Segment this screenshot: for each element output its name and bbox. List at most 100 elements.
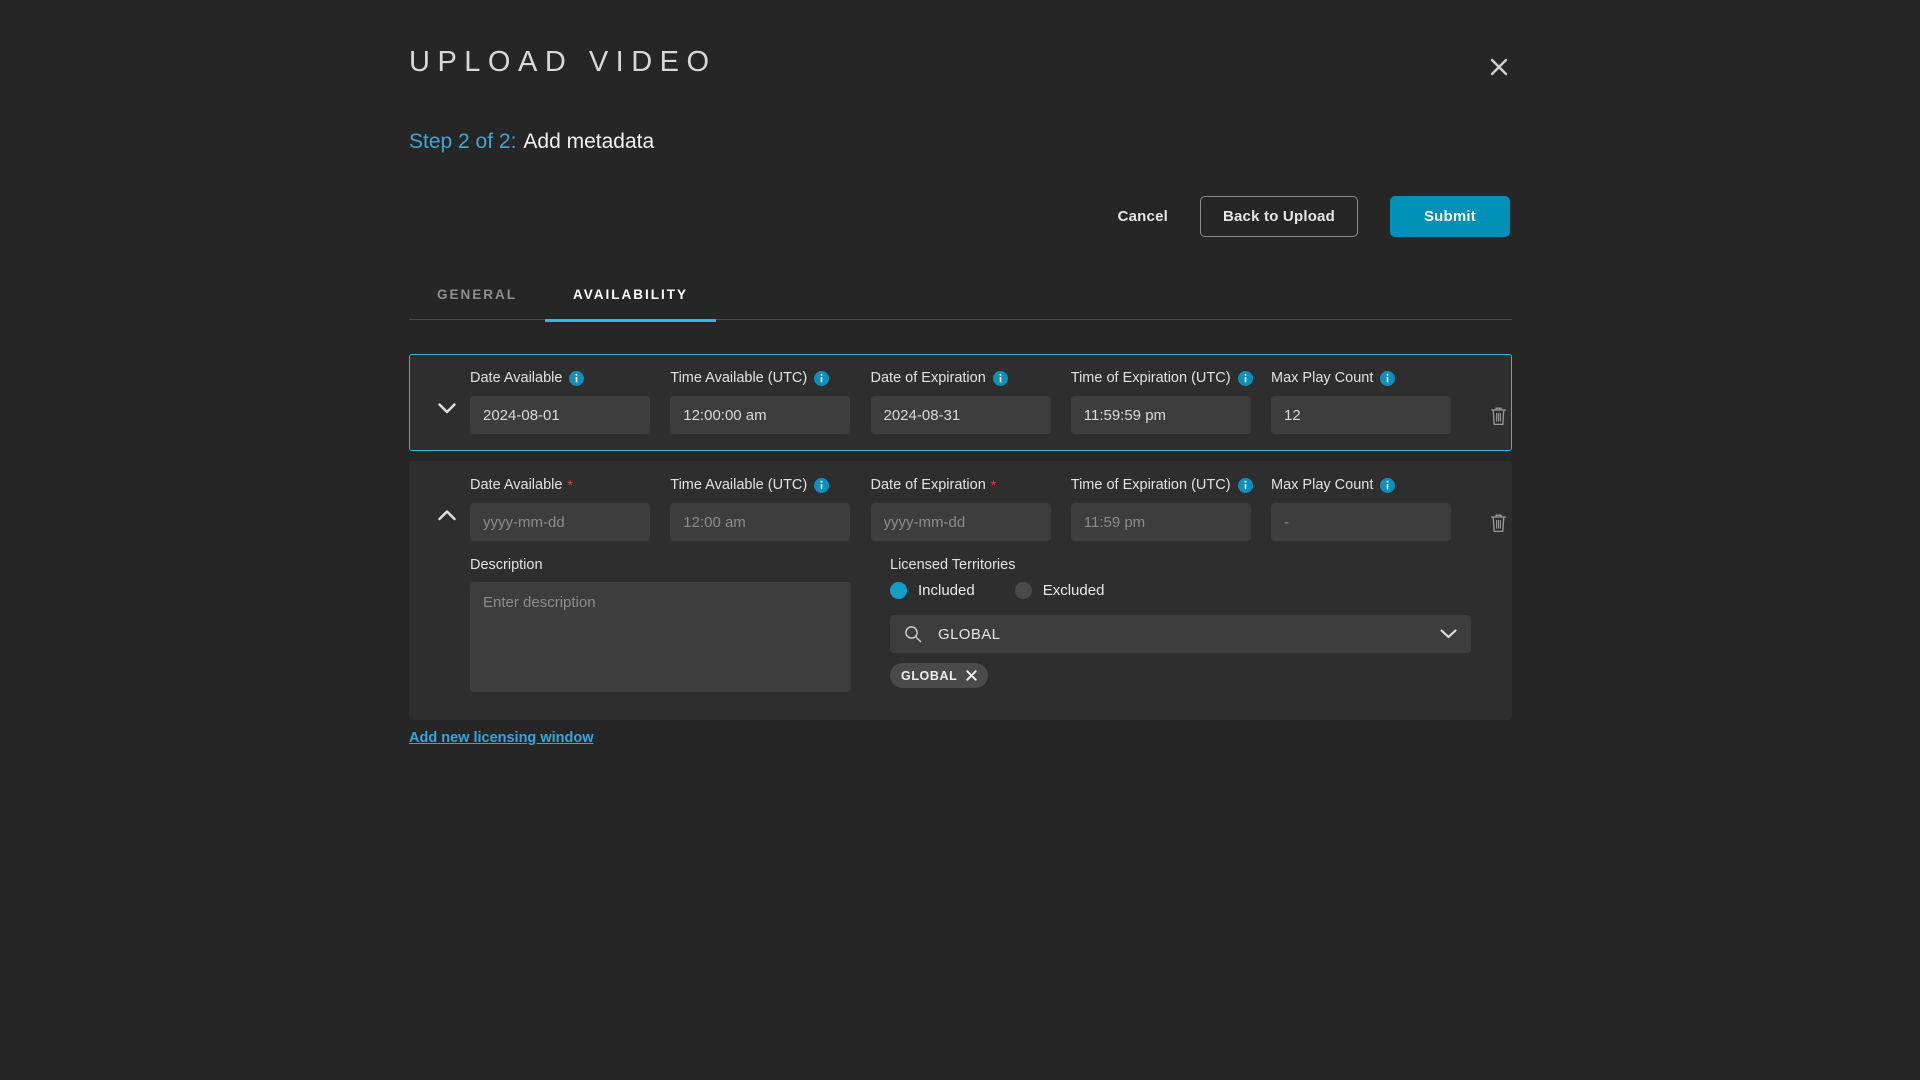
territory-select[interactable]: GLOBAL bbox=[890, 615, 1471, 653]
label-text: Date Available bbox=[470, 477, 563, 493]
max-play-count-input[interactable] bbox=[1271, 503, 1451, 541]
trash-icon bbox=[1490, 407, 1506, 426]
window-expanded-section: Description Licensed Territories Include… bbox=[410, 557, 1511, 719]
delete-window-button[interactable] bbox=[1485, 402, 1511, 430]
info-icon[interactable] bbox=[1237, 370, 1253, 386]
time-expiration-input[interactable] bbox=[1070, 396, 1251, 434]
expand-collapse-toggle[interactable] bbox=[432, 500, 462, 530]
add-new-licensing-window-link[interactable]: Add new licensing window bbox=[409, 730, 593, 746]
close-icon bbox=[966, 670, 978, 681]
field-time-expiration: Time of Expiration (UTC) bbox=[1070, 369, 1269, 434]
delete-window-button[interactable] bbox=[1485, 509, 1511, 537]
label-text: Date of Expiration bbox=[870, 370, 986, 386]
info-icon[interactable] bbox=[992, 370, 1008, 386]
chip-label: GLOBAL bbox=[901, 668, 958, 683]
field-label: Time of Expiration (UTC) bbox=[1071, 476, 1269, 494]
licensed-territories-label: Licensed Territories bbox=[890, 557, 1016, 573]
date-available-input[interactable] bbox=[470, 503, 650, 541]
label-text: Max Play Count bbox=[1271, 477, 1374, 493]
window-fields: Date Available * Time Available (UTC) bbox=[410, 462, 1511, 557]
chevron-down-icon bbox=[438, 402, 456, 413]
info-icon[interactable] bbox=[814, 477, 830, 493]
field-label: Max Play Count bbox=[1271, 476, 1469, 494]
time-available-input[interactable] bbox=[670, 503, 851, 541]
field-label: Time of Expiration (UTC) bbox=[1071, 369, 1269, 387]
info-icon[interactable] bbox=[1380, 477, 1396, 493]
field-label: Max Play Count bbox=[1271, 369, 1469, 387]
search-icon bbox=[905, 626, 922, 643]
label-text: Time Available (UTC) bbox=[670, 477, 808, 493]
field-date-expiration: Date of Expiration * bbox=[870, 476, 1069, 541]
territory-selected-value: GLOBAL bbox=[938, 625, 1001, 643]
field-label: Date of Expiration bbox=[871, 369, 1069, 387]
close-icon bbox=[1490, 58, 1508, 76]
required-indicator: * bbox=[990, 477, 997, 493]
field-date-available: Date Available bbox=[470, 369, 668, 434]
territory-chips: GLOBAL bbox=[890, 663, 1490, 688]
licensing-window-row[interactable]: Date Available Time Available (UTC) bbox=[409, 354, 1512, 451]
chevron-down-icon bbox=[1440, 629, 1457, 639]
label-text: Time of Expiration (UTC) bbox=[1070, 477, 1231, 493]
tab-availability[interactable]: AVAILABILITY bbox=[545, 268, 717, 322]
date-expiration-input[interactable] bbox=[870, 396, 1051, 434]
field-label: Time Available (UTC) bbox=[670, 369, 868, 387]
radio-label: Excluded bbox=[1042, 582, 1105, 599]
step-indicator: Step 2 of 2: Add metadata bbox=[409, 130, 654, 154]
radio-dot-icon bbox=[890, 582, 907, 599]
info-icon[interactable] bbox=[1380, 370, 1396, 386]
expand-collapse-toggle[interactable] bbox=[432, 393, 462, 423]
step-counter: Step 2 of 2: bbox=[409, 130, 517, 153]
window-fields: Date Available Time Available (UTC) bbox=[410, 355, 1511, 450]
description-input[interactable] bbox=[470, 582, 851, 692]
date-available-input[interactable] bbox=[470, 396, 650, 434]
required-indicator: * bbox=[567, 477, 573, 493]
radio-included[interactable]: Included bbox=[890, 582, 975, 599]
tab-bar: GENERAL AVAILABILITY bbox=[409, 268, 1512, 322]
info-icon[interactable] bbox=[1237, 477, 1253, 493]
max-play-count-input[interactable] bbox=[1271, 396, 1451, 434]
field-label: Time Available (UTC) bbox=[670, 476, 868, 494]
description-column: Description bbox=[470, 557, 870, 697]
tab-general[interactable]: GENERAL bbox=[409, 268, 545, 320]
radio-excluded[interactable]: Excluded bbox=[1014, 582, 1105, 599]
licensing-window-row[interactable]: Date Available * Time Available (UTC) bbox=[409, 461, 1512, 720]
date-expiration-input[interactable] bbox=[870, 503, 1051, 541]
radio-label: Included bbox=[918, 582, 975, 599]
info-icon[interactable] bbox=[814, 370, 830, 386]
cancel-button[interactable]: Cancel bbox=[1102, 200, 1184, 233]
page-title: UPLOAD VIDEO bbox=[409, 46, 717, 78]
territory-chip[interactable]: GLOBAL bbox=[890, 663, 989, 688]
label-text: Date Available bbox=[470, 370, 563, 386]
field-date-expiration: Date of Expiration bbox=[870, 369, 1069, 434]
field-time-expiration: Time of Expiration (UTC) bbox=[1070, 476, 1269, 541]
field-time-available: Time Available (UTC) bbox=[670, 476, 868, 541]
field-label: Date Available bbox=[470, 369, 668, 387]
info-icon[interactable] bbox=[569, 370, 585, 386]
field-label: Date Available * bbox=[470, 476, 668, 494]
field-date-available: Date Available * bbox=[470, 476, 668, 541]
upload-video-modal: UPLOAD VIDEO Step 2 of 2: Add metadata Ca… bbox=[0, 0, 1920, 1080]
label-text: Max Play Count bbox=[1271, 370, 1374, 386]
territory-mode-group: Included Excluded bbox=[890, 582, 1490, 599]
submit-button[interactable]: Submit bbox=[1389, 196, 1510, 237]
description-label: Description bbox=[470, 557, 543, 573]
field-label: Date of Expiration * bbox=[871, 476, 1069, 494]
field-max-play-count: Max Play Count bbox=[1271, 369, 1469, 434]
action-bar: Cancel Back to Upload Submit bbox=[1102, 196, 1510, 237]
field-max-play-count: Max Play Count bbox=[1271, 476, 1469, 541]
territories-column: Licensed Territories Included Excluded G… bbox=[890, 557, 1490, 697]
trash-icon bbox=[1490, 514, 1506, 533]
licensing-windows-list: Date Available Time Available (UTC) bbox=[409, 354, 1512, 720]
field-time-available: Time Available (UTC) bbox=[670, 369, 868, 434]
step-name: Add metadata bbox=[523, 130, 655, 153]
chevron-up-icon bbox=[438, 509, 456, 520]
time-expiration-input[interactable] bbox=[1070, 503, 1251, 541]
radio-dot-icon bbox=[1014, 582, 1032, 599]
close-modal-button[interactable] bbox=[1482, 50, 1516, 84]
time-available-input[interactable] bbox=[670, 396, 851, 434]
label-text: Time Available (UTC) bbox=[670, 370, 808, 386]
remove-chip-button[interactable] bbox=[966, 670, 978, 681]
label-text: Date of Expiration bbox=[870, 477, 986, 493]
label-text: Time of Expiration (UTC) bbox=[1070, 370, 1231, 386]
back-to-upload-button[interactable]: Back to Upload bbox=[1199, 196, 1358, 237]
